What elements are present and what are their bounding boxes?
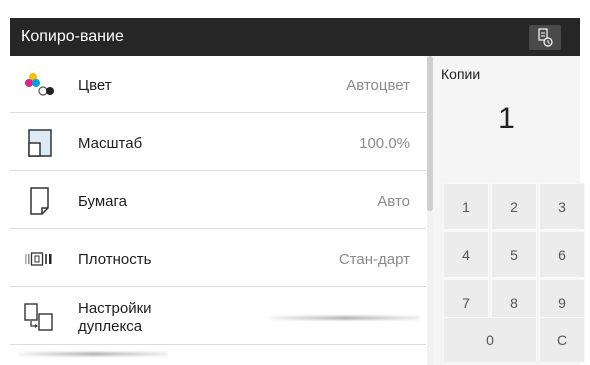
density-icon	[25, 252, 52, 266]
setting-label-paper: Бумага	[78, 193, 127, 210]
key-5[interactable]: 5	[491, 231, 537, 278]
setting-label-duplex: Настройки дуплекса	[78, 300, 152, 335]
key-clear[interactable]: C	[539, 317, 585, 363]
copies-value: 1	[498, 102, 515, 135]
key-3[interactable]: 3	[539, 183, 585, 230]
title-bar: Копиро-вание	[10, 18, 580, 56]
setting-row-paper[interactable]: Бумага Авто	[10, 172, 426, 229]
setting-value-color: Автоцвет	[346, 77, 410, 94]
setting-label-color: Цвет	[78, 77, 112, 94]
duplex-icon	[24, 303, 53, 331]
page-title: Копиро-вание	[21, 28, 124, 45]
next-row-blurred	[18, 352, 168, 356]
key-2[interactable]: 2	[491, 183, 537, 230]
copies-label: Копии	[441, 66, 481, 82]
key-4[interactable]: 4	[443, 231, 489, 278]
setting-row-duplex[interactable]: Настройки дуплекса	[10, 288, 426, 345]
copies-panel: Копии 1 1 2 3 4 5 6 7 8 9 0 C	[433, 56, 585, 365]
setting-value-density: Стан-дарт	[338, 251, 410, 268]
paper-icon	[30, 187, 49, 215]
color-dots-icon	[25, 73, 54, 96]
setting-row-scale[interactable]: Масштаб 100.0%	[10, 114, 426, 171]
job-list-button[interactable]	[529, 25, 561, 50]
settings-list: Цвет Автоцвет Масштаб 100.0% Бумага Авто…	[10, 56, 426, 365]
setting-label-scale: Масштаб	[78, 135, 143, 152]
job-list-icon	[538, 28, 553, 47]
setting-label-density: Плотность	[78, 251, 152, 268]
key-6[interactable]: 6	[539, 231, 585, 278]
setting-row-density[interactable]: Плотность Стан-дарт	[10, 230, 426, 287]
setting-value-scale: 100.0%	[359, 135, 410, 152]
setting-row-color[interactable]: Цвет Автоцвет	[10, 56, 426, 113]
zoom-icon	[28, 129, 52, 157]
key-1[interactable]: 1	[443, 183, 489, 230]
key-0[interactable]: 0	[443, 317, 537, 363]
setting-value-duplex-blurred	[270, 316, 420, 320]
setting-value-paper: Авто	[377, 193, 410, 210]
